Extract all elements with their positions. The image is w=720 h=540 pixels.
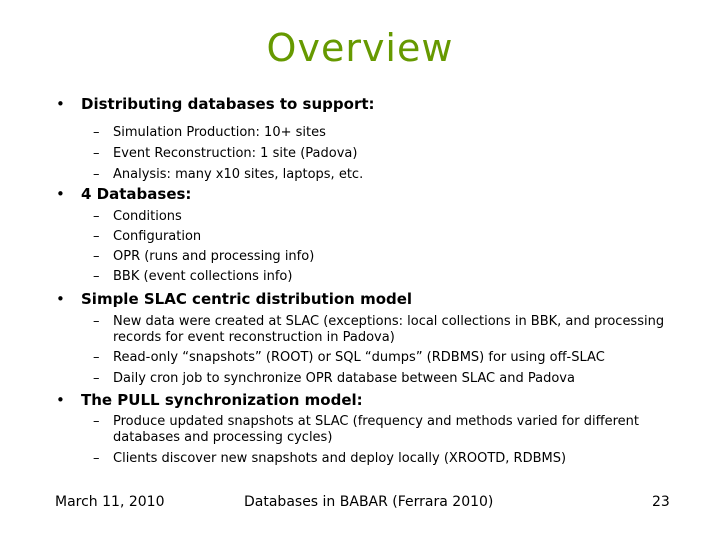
bullet-text: Simple SLAC centric distribution model xyxy=(81,290,413,308)
subitem-text: Configuration xyxy=(113,229,202,244)
bullet-text: 4 Databases: xyxy=(81,185,192,203)
subitem-text: Produce updated snapshots at SLAC (frequ… xyxy=(113,414,639,445)
subitem-text: Simulation Production: 10+ sites xyxy=(113,125,326,140)
bullet-text: The PULL synchronization model: xyxy=(81,391,363,409)
dash-icon: – xyxy=(93,146,100,161)
dash-icon: – xyxy=(93,269,100,284)
dash-icon: – xyxy=(93,167,100,182)
subitem-text: Read-only “snapshots” (ROOT) or SQL “dum… xyxy=(113,350,605,365)
dash-icon: – xyxy=(93,125,100,140)
subitem-text: BBK (event collections info) xyxy=(113,269,293,284)
bullet-icon: • xyxy=(56,290,65,308)
bullet-icon: • xyxy=(56,185,65,203)
subitem-text: Analysis: many x10 sites, laptops, etc. xyxy=(113,167,364,182)
subitem-text: Conditions xyxy=(113,209,182,224)
footer-title: Databases in BABAR (Ferrara 2010) xyxy=(244,494,494,510)
subitem-text: Daily cron job to synchronize OPR databa… xyxy=(113,371,575,386)
bullet-icon: • xyxy=(56,95,65,113)
bullet-icon: • xyxy=(56,391,65,409)
dash-icon: – xyxy=(93,209,100,224)
dash-icon: – xyxy=(93,414,100,429)
subitem-text: Clients discover new snapshots and deplo… xyxy=(113,451,567,466)
slide-title: Overview xyxy=(266,26,454,70)
dash-icon: – xyxy=(93,249,100,264)
bullet-text: Distributing databases to support: xyxy=(81,95,375,113)
dash-icon: – xyxy=(93,371,100,386)
dash-icon: – xyxy=(93,451,100,466)
dash-icon: – xyxy=(93,229,100,244)
page-number: 23 xyxy=(652,494,670,510)
dash-icon: – xyxy=(93,350,100,365)
footer-date: March 11, 2010 xyxy=(55,494,165,510)
subitem-text: Event Reconstruction: 1 site (Padova) xyxy=(113,146,358,161)
subitem-text: OPR (runs and processing info) xyxy=(113,249,315,264)
dash-icon: – xyxy=(93,314,100,329)
subitem-text: New data were created at SLAC (exception… xyxy=(113,314,665,345)
